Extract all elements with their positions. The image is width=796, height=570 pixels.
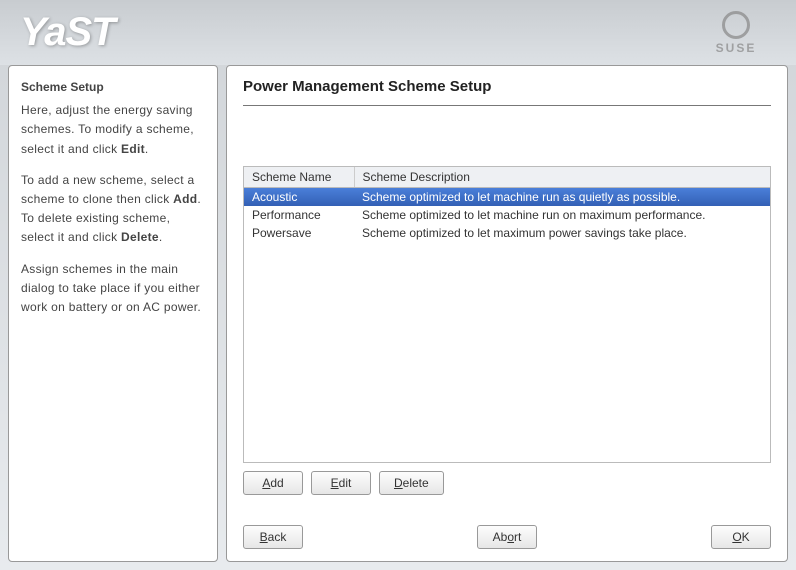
main-panel: Power Management Scheme Setup Scheme Nam… — [226, 65, 788, 562]
page-title: Power Management Scheme Setup — [243, 78, 771, 106]
table-row[interactable]: PowersaveScheme optimized to let maximum… — [244, 224, 770, 242]
cell-scheme-name: Powersave — [244, 224, 354, 242]
column-header-name[interactable]: Scheme Name — [244, 167, 354, 188]
cell-scheme-desc: Scheme optimized to let maximum power sa… — [354, 224, 770, 242]
table-row[interactable]: PerformanceScheme optimized to let machi… — [244, 206, 770, 224]
edit-button[interactable]: Edit — [311, 471, 371, 495]
abort-button[interactable]: Abort — [477, 525, 537, 549]
wizard-nav: Back Abort OK — [243, 525, 771, 549]
help-paragraph-3: Assign schemes in the main dialog to tak… — [21, 260, 205, 318]
yast-logo: YaST — [20, 10, 115, 55]
cell-scheme-name: Acoustic — [244, 188, 354, 206]
delete-button[interactable]: Delete — [379, 471, 444, 495]
ok-button[interactable]: OK — [711, 525, 771, 549]
cell-scheme-name: Performance — [244, 206, 354, 224]
back-button[interactable]: Back — [243, 525, 303, 549]
column-header-desc[interactable]: Scheme Description — [354, 167, 770, 188]
suse-logo: SUSE — [696, 8, 776, 58]
help-paragraph-1: Here, adjust the energy saving schemes. … — [21, 101, 205, 159]
cell-scheme-desc: Scheme optimized to let machine run as q… — [354, 188, 770, 206]
scheme-table[interactable]: Scheme Name Scheme Description AcousticS… — [243, 166, 771, 463]
app-header: YaST SUSE — [0, 0, 796, 65]
scheme-button-row: Add Edit Delete — [243, 471, 771, 495]
help-panel: Scheme Setup Here, adjust the energy sav… — [8, 65, 218, 562]
help-paragraph-2: To add a new scheme, select a scheme to … — [21, 171, 205, 248]
table-row[interactable]: AcousticScheme optimized to let machine … — [244, 188, 770, 206]
add-button[interactable]: Add — [243, 471, 303, 495]
help-title: Scheme Setup — [21, 78, 205, 97]
cell-scheme-desc: Scheme optimized to let machine run on m… — [354, 206, 770, 224]
